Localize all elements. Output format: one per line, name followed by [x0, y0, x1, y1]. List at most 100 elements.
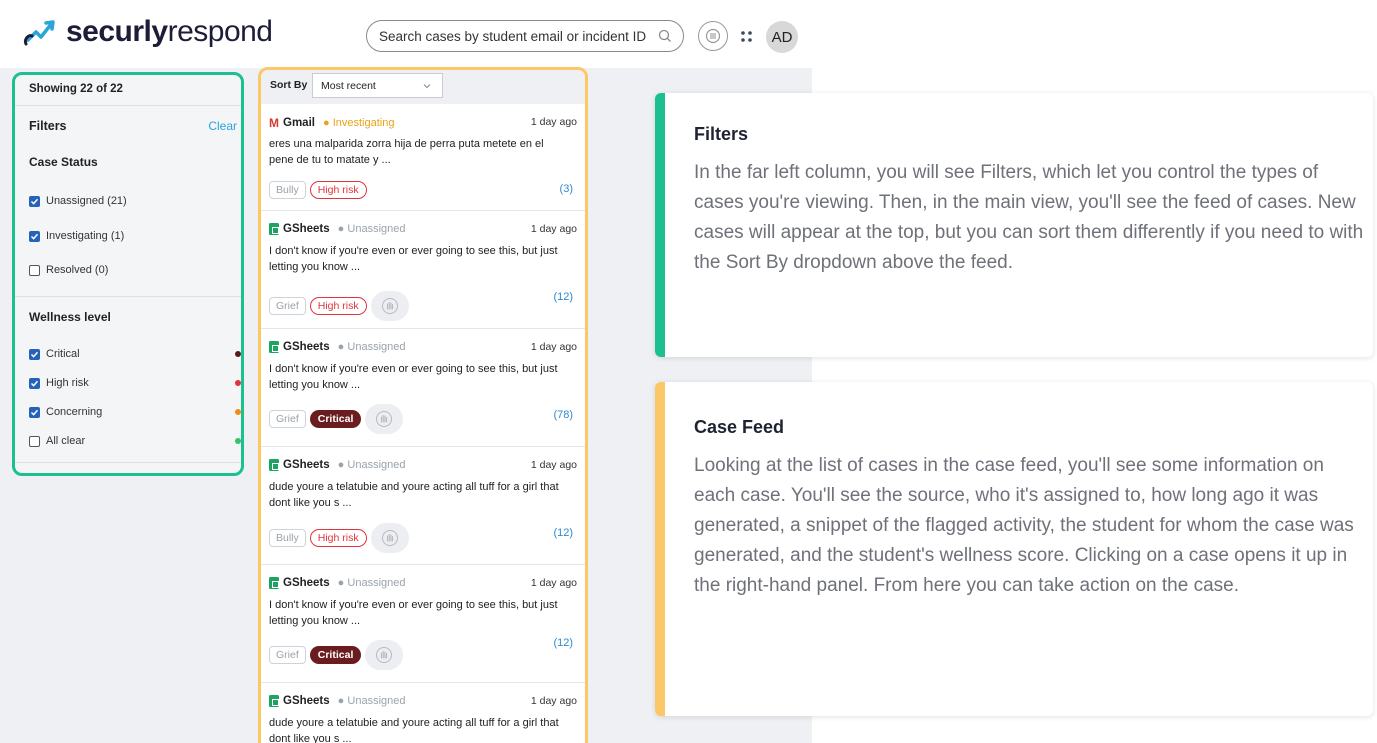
case-snippet: I don't know if you're even or ever goin…: [269, 599, 558, 627]
filter-critical[interactable]: Critical: [29, 348, 241, 360]
hand-raise-button[interactable]: [370, 523, 409, 553]
notes-button[interactable]: [698, 21, 728, 51]
card-text: In the far left column, you will see Fil…: [694, 162, 1364, 273]
sort-by-label: Sort By: [270, 79, 308, 91]
filter-all-clear[interactable]: All clear: [29, 435, 241, 447]
hand-raise-button[interactable]: [365, 404, 404, 434]
results-count: Showing 22 of 22: [29, 83, 123, 95]
checkbox-unchecked[interactable]: [29, 264, 40, 276]
status-label: Unassigned: [347, 341, 406, 353]
filter-resolved[interactable]: Resolved (0): [29, 264, 108, 276]
case-card[interactable]: GSheets ● Unassigned 1 day ago I don't k…: [261, 565, 585, 683]
risk-badge: High risk: [309, 181, 367, 199]
case-snippet: eres una malparida zorra hija de perra p…: [269, 138, 544, 166]
case-card[interactable]: GSheets ● Unassigned 1 day ago I don't k…: [261, 211, 585, 329]
hand-icon: [376, 411, 393, 427]
filter-unassigned[interactable]: Unassigned (21): [29, 195, 127, 207]
hand-icon: [381, 530, 398, 546]
checkbox-unchecked[interactable]: [29, 435, 40, 447]
check-icon: [30, 198, 39, 205]
hand-icon: [381, 298, 398, 314]
risk-badge: High risk: [309, 529, 367, 547]
category-tag: Bully: [269, 181, 306, 199]
sort-bar: Sort By Most recent: [261, 70, 585, 104]
filters-title: Filters: [29, 119, 67, 133]
case-count[interactable]: (12): [553, 291, 573, 303]
card-text: Looking at the list of cases in the case…: [694, 455, 1354, 596]
search-bar[interactable]: [366, 20, 684, 52]
case-count[interactable]: (78): [553, 409, 573, 421]
clear-filters-link[interactable]: Clear: [208, 119, 237, 133]
check-icon: [30, 351, 39, 358]
source-name: GSheets: [283, 459, 330, 471]
checkbox-checked[interactable]: [29, 348, 40, 360]
divider: [15, 296, 241, 297]
gsheets-icon: [269, 577, 279, 589]
case-time: 1 day ago: [530, 223, 577, 235]
status-label: Unassigned: [347, 695, 406, 707]
case-feed: Sort By Most recent M Gmail ● Investigat…: [258, 67, 588, 743]
chevron-down-icon: [423, 84, 431, 89]
status-dot-icon: ●: [337, 459, 345, 471]
case-count[interactable]: (12): [553, 527, 573, 539]
case-time: 1 day ago: [530, 577, 577, 589]
search-input[interactable]: [379, 28, 657, 44]
divider: [15, 105, 241, 106]
filter-label: All clear: [46, 435, 86, 447]
check-icon: [30, 409, 39, 416]
check-icon: [30, 380, 39, 387]
filter-label: Unassigned (21): [46, 195, 127, 207]
apps-grid-icon[interactable]: [740, 30, 754, 44]
filter-investigating[interactable]: Investigating (1): [29, 230, 124, 242]
user-avatar[interactable]: AD: [766, 21, 798, 53]
category-tag: Grief: [269, 410, 306, 428]
case-time: 1 day ago: [530, 695, 577, 707]
case-count[interactable]: (12): [553, 637, 573, 649]
gsheets-icon: [269, 695, 279, 707]
hand-raise-button[interactable]: [370, 291, 409, 321]
case-status: ● Unassigned: [338, 459, 406, 471]
wellness-level-heading: Wellness level: [29, 310, 111, 324]
filter-concerning[interactable]: Concerning: [29, 406, 241, 418]
case-snippet: dude youre a telatubie and youre acting …: [269, 717, 559, 743]
checkbox-checked[interactable]: [29, 377, 40, 389]
divider: [15, 462, 241, 463]
case-card[interactable]: GSheets ● Unassigned 1 day ago I don't k…: [261, 329, 585, 447]
checkbox-checked[interactable]: [29, 406, 40, 418]
hand-icon: [376, 647, 393, 663]
search-icon[interactable]: [657, 28, 673, 44]
case-status: ● Unassigned: [338, 577, 406, 589]
case-status: ● Unassigned: [338, 341, 406, 353]
case-feed-info-card: Case Feed Looking at the list of cases i…: [655, 382, 1373, 716]
notes-icon: [705, 28, 721, 44]
hand-raise-button[interactable]: [365, 640, 404, 670]
critical-dot-icon: [235, 351, 241, 357]
filter-high-risk[interactable]: High risk: [29, 377, 241, 389]
filter-label: High risk: [46, 377, 89, 389]
securly-logo-icon: [24, 20, 55, 46]
filters-panel: Showing 22 of 22 Filters Clear Case Stat…: [12, 72, 244, 476]
source-name: GSheets: [283, 577, 330, 589]
case-card[interactable]: GSheets ● Unassigned 1 day ago dude your…: [261, 447, 585, 565]
sort-dropdown[interactable]: Most recent: [312, 73, 443, 98]
logo[interactable]: securlyrespond: [22, 14, 273, 50]
case-snippet: I don't know if you're even or ever goin…: [269, 245, 558, 273]
sort-value: Most recent: [321, 79, 376, 92]
status-dot-icon: ●: [337, 223, 345, 235]
source-name: GSheets: [283, 341, 330, 353]
filter-label: Resolved (0): [46, 264, 109, 276]
case-count[interactable]: (3): [560, 183, 573, 195]
case-card[interactable]: GSheets ● Unassigned 1 day ago dude your…: [261, 683, 585, 743]
concerning-dot-icon: [235, 409, 241, 415]
category-tag: Grief: [269, 297, 306, 315]
case-card[interactable]: M Gmail ● Investigating 1 day ago eres u…: [261, 104, 585, 211]
checkbox-checked[interactable]: [29, 195, 40, 207]
case-status: ● Investigating: [323, 117, 394, 129]
checkbox-checked[interactable]: [29, 230, 40, 242]
status-dot-icon: ●: [337, 577, 345, 589]
case-tags: Bully High risk: [269, 181, 367, 199]
filter-label: Concerning: [46, 406, 103, 418]
case-status: ● Unassigned: [338, 223, 406, 235]
gsheets-icon: [269, 459, 279, 471]
status-label: Unassigned: [347, 577, 406, 589]
